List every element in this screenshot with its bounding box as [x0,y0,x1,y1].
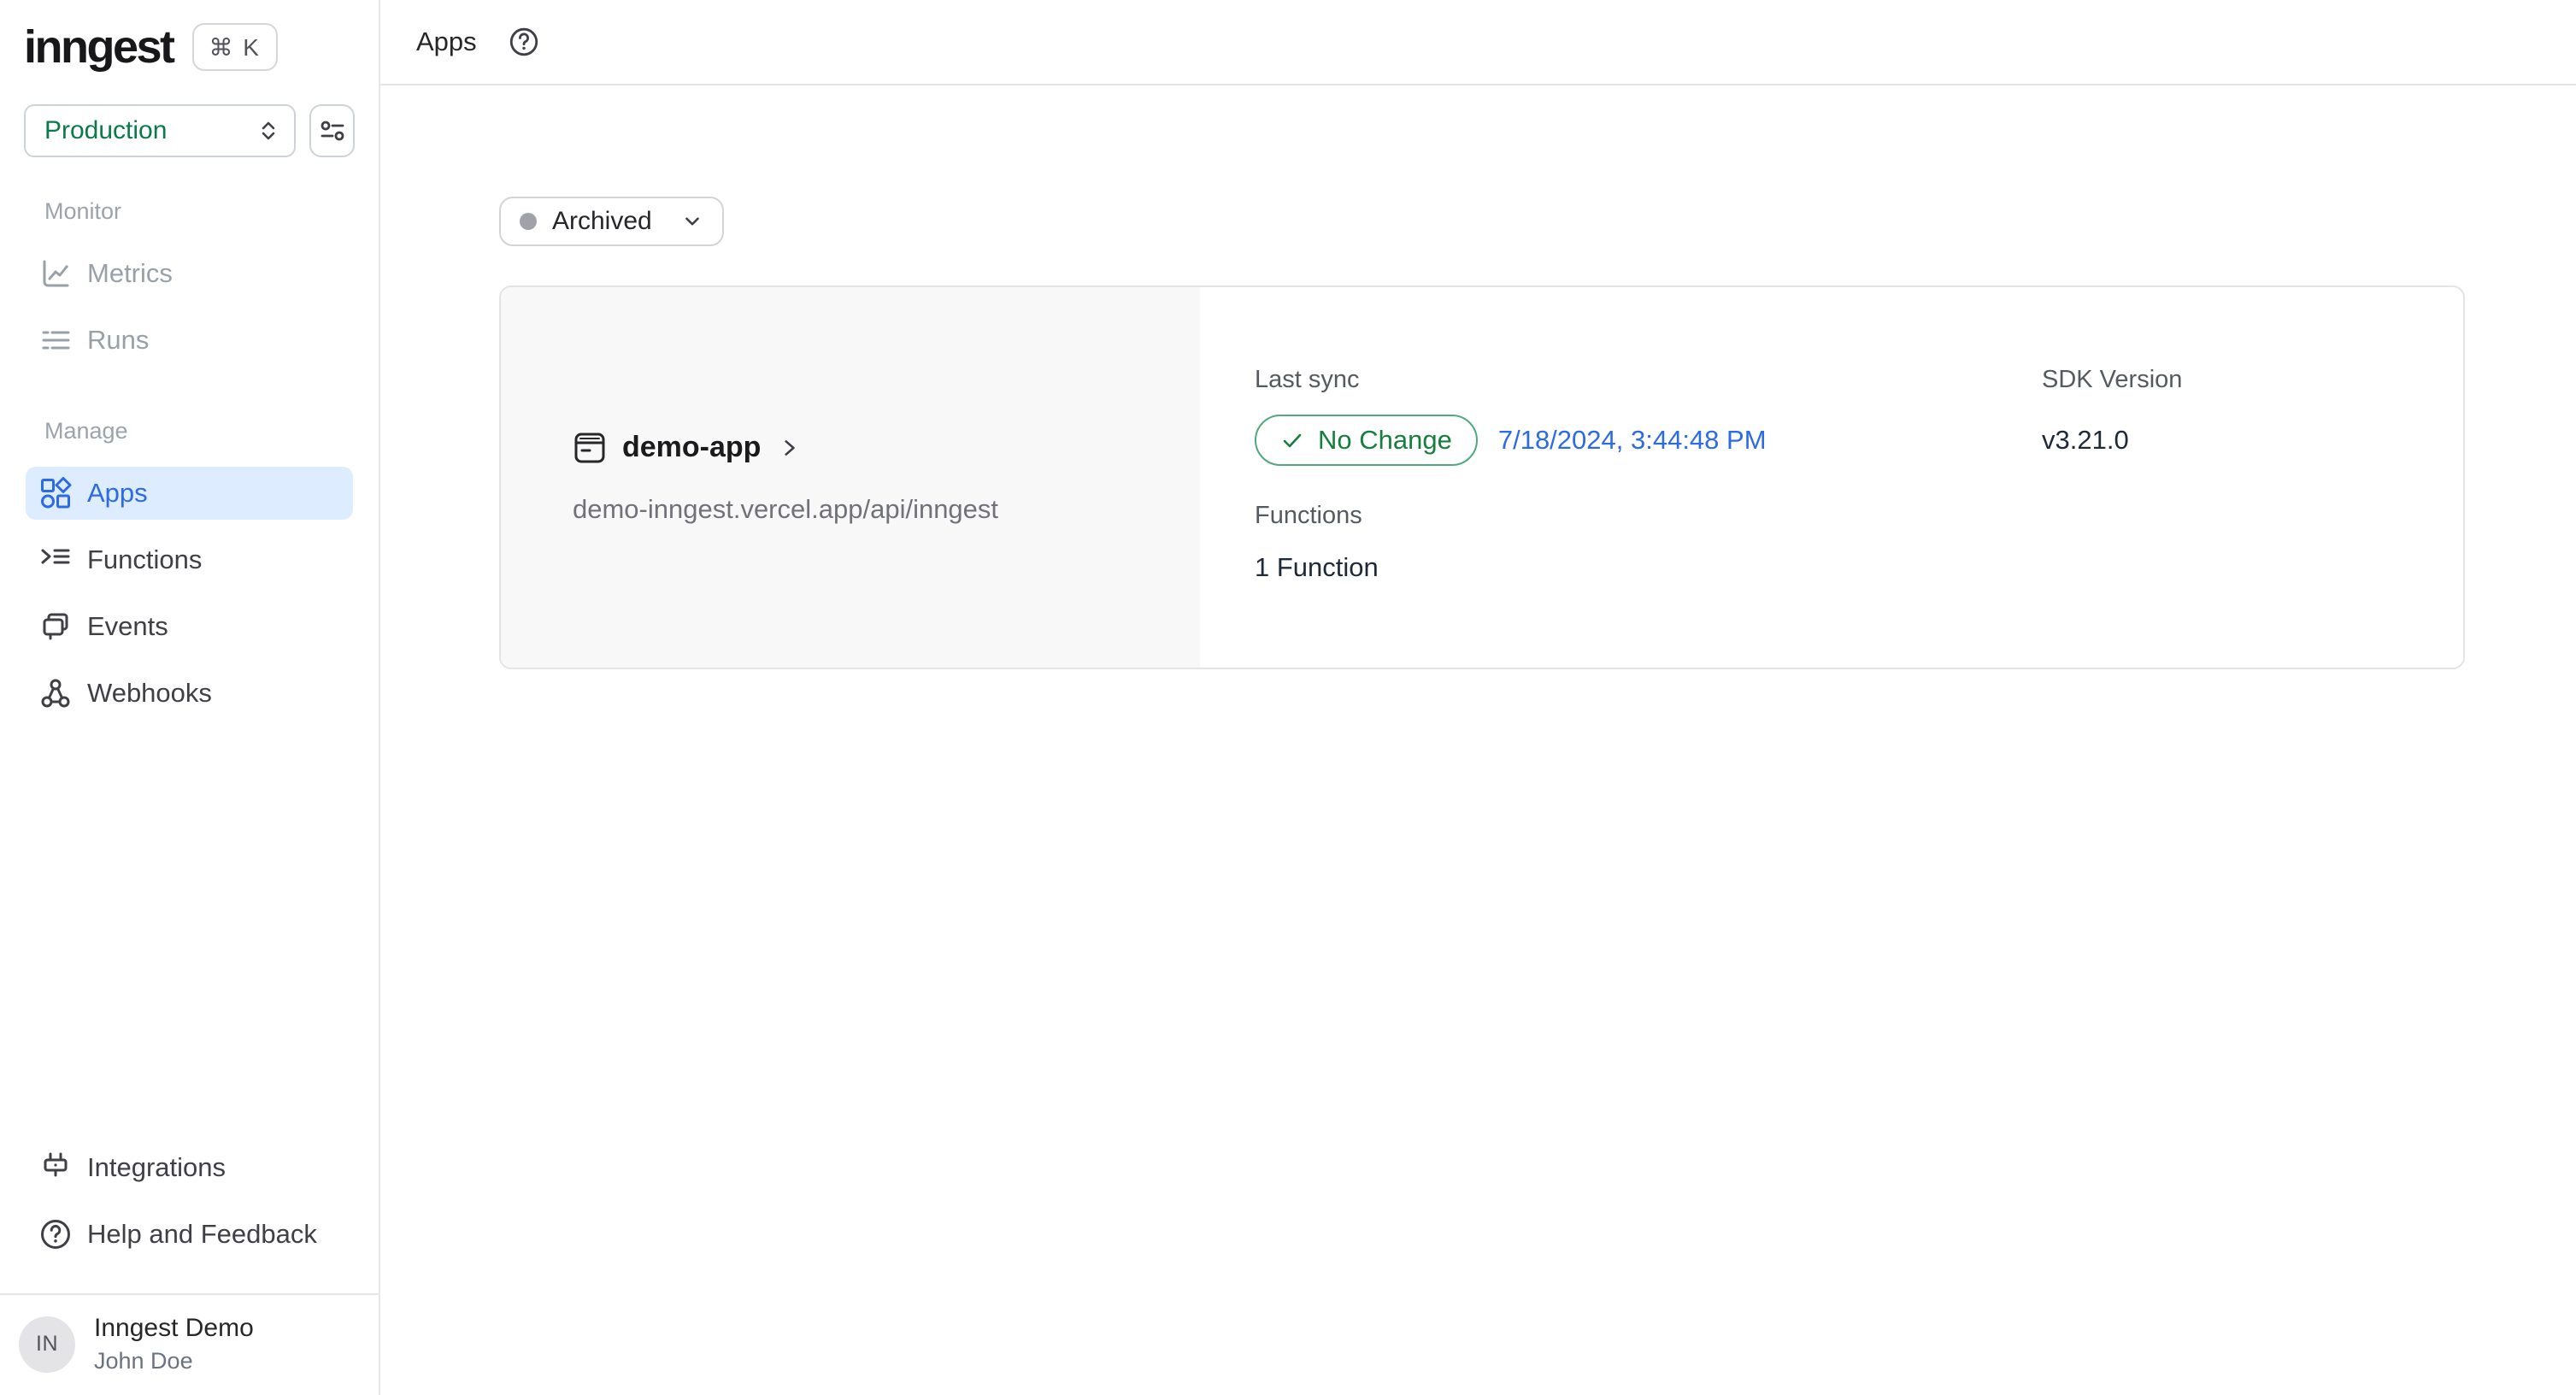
sidebar-item-metrics[interactable]: Metrics [26,247,353,300]
question-circle-icon [507,25,541,59]
events-icon [38,609,74,645]
logo-row: inngest ⌘ K [0,0,379,74]
sidebar-item-help-and-feedback[interactable]: Help and Feedback [26,1208,353,1261]
sdk-version-value: v3.21.0 [2042,425,2129,456]
sync-status-text: No Change [1318,425,1452,456]
app-name: demo-app [622,431,761,464]
sidebar: inngest ⌘ K Production Monitor [0,0,380,1395]
sidebar-item-integrations[interactable]: Integrations [26,1141,353,1194]
app-title-link[interactable]: demo-app [573,431,1200,465]
avatar: IN [19,1316,75,1373]
app-card: demo-app demo-inngest.vercel.app/api/inn… [499,285,2465,669]
metrics-icon [38,256,74,291]
apps-grid-icon [38,475,74,511]
environment-row: Production [0,104,379,157]
functions-count: 1 Function [1255,552,2042,583]
runs-icon [38,322,74,358]
sidebar-item-label: Events [87,611,168,642]
user-name: John Doe [94,1348,254,1374]
nav-section-monitor: Monitor [44,198,353,225]
sidebar-item-events[interactable]: Events [26,600,353,653]
sidebar-item-label: Apps [87,478,148,509]
main-area: Apps Archived [380,0,2576,1395]
sidebar-item-label: Webhooks [87,678,212,709]
inngest-logo[interactable]: inngest [24,21,173,74]
sidebar-item-label: Metrics [87,258,173,289]
apps-content: Archived demo-app [380,85,2576,669]
sidebar-footer: Integrations Help and Feedback IN Innges… [0,1141,379,1395]
app-card-summary: demo-app demo-inngest.vercel.app/api/inn… [501,287,1200,668]
sync-status-badge: No Change [1255,415,1478,466]
app-url: demo-inngest.vercel.app/api/inngest [573,494,1200,525]
check-icon [1280,428,1304,452]
sliders-icon [318,116,347,145]
sidebar-item-label: Runs [87,325,149,356]
top-bar: Apps [380,0,2576,85]
webhooks-icon [38,675,74,711]
environment-selector[interactable]: Production [24,104,296,157]
environment-selected-value: Production [44,116,167,145]
page-help-button[interactable] [506,24,542,60]
select-up-down-icon [255,117,282,144]
display-options-button[interactable] [309,104,355,157]
user-menu[interactable]: IN Inngest Demo John Doe [0,1295,379,1395]
sdk-version-label: SDK Version [2042,366,2463,394]
command-k-shortcut[interactable]: ⌘ K [192,23,278,71]
sidebar-item-functions[interactable]: Functions [26,533,353,586]
account-name: Inngest Demo [94,1314,254,1343]
app-box-icon [573,431,607,465]
archived-filter-dropdown[interactable]: Archived [499,197,724,246]
sidebar-item-webhooks[interactable]: Webhooks [26,667,353,720]
sidebar-nav: Monitor Metrics Runs Manage [0,198,379,733]
question-circle-icon [38,1216,74,1252]
last-sync-time-link[interactable]: 7/18/2024, 3:44:48 PM [1498,425,1767,456]
nav-section-manage: Manage [44,418,353,444]
chevron-down-icon [681,210,703,232]
archived-filter-label: Archived [552,207,652,236]
plug-icon [38,1150,74,1186]
archived-status-dot-icon [520,213,537,230]
sidebar-item-runs[interactable]: Runs [26,314,353,367]
sidebar-item-label: Integrations [87,1152,226,1183]
sidebar-item-apps[interactable]: Apps [26,467,353,520]
chevron-right-icon [778,437,800,459]
functions-label: Functions [1255,502,2042,530]
app-root: inngest ⌘ K Production Monitor [0,0,2576,1395]
last-sync-label: Last sync [1255,366,2042,394]
page-title: Apps [416,26,477,57]
functions-icon [38,542,74,578]
app-card-details: Last sync No Change 7/18/2024, 3:44:48 P… [1200,287,2463,668]
sidebar-item-label: Functions [87,544,202,575]
sidebar-item-label: Help and Feedback [87,1219,317,1250]
